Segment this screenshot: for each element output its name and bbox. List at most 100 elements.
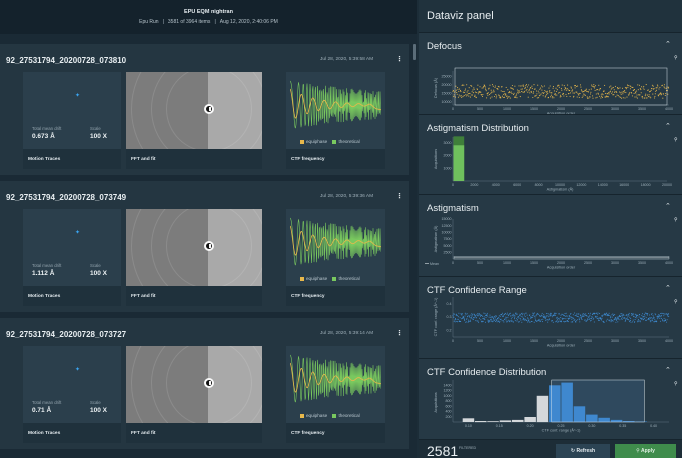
data-point — [474, 94, 476, 96]
y-tick-label: 3000 — [444, 141, 452, 145]
data-point — [480, 319, 482, 321]
defocus-chart[interactable]: 0 500 1000 1500 2000 2500 3000 3500 4000 10000 150… — [419, 33, 682, 115]
acquisition-card[interactable]: 92_27531794_20200728_073727 Jul 28, 2020… — [0, 318, 409, 449]
data-point — [546, 315, 548, 317]
data-point — [594, 87, 596, 89]
data-point — [580, 314, 582, 316]
data-point — [621, 91, 623, 93]
data-point — [555, 312, 557, 314]
data-point — [482, 315, 484, 317]
data-point — [651, 84, 653, 86]
acquisition-card[interactable]: 92_27531794_20200728_073810 Jul 28, 2020… — [0, 44, 409, 175]
ctf-frequency-label: CTF frequency — [291, 294, 325, 299]
y-tick-label: 800 — [446, 399, 452, 403]
ctf-confidence-range-chart[interactable]: 0 500 1000 1500 2000 2500 3000 3500 4000 0.2 0.3 0.… — [419, 277, 682, 359]
data-point — [565, 89, 567, 91]
ctf-confidence-distribution-chart[interactable]: 200400 60080010001200 1400 0.10 0.15 0.20 0.25… — [419, 359, 682, 440]
fft-tile[interactable]: FFT and fit — [126, 72, 262, 169]
data-point — [460, 313, 462, 315]
data-point — [609, 315, 611, 316]
apply-button[interactable]: ⚲ Apply — [615, 444, 676, 458]
data-point — [476, 88, 479, 90]
data-point — [521, 88, 523, 90]
data-point — [475, 320, 477, 322]
data-point — [614, 318, 616, 320]
data-point — [588, 316, 590, 318]
data-point — [564, 321, 566, 323]
data-point — [589, 315, 591, 317]
list-scrollbar[interactable] — [411, 34, 417, 458]
data-point — [469, 320, 471, 322]
data-point — [613, 314, 615, 316]
data-point — [570, 321, 572, 323]
y-tick-label: 5000 — [444, 244, 452, 248]
data-point — [662, 97, 664, 99]
data-point — [521, 85, 523, 87]
data-point — [499, 320, 501, 322]
data-point — [508, 314, 510, 316]
kebab-menu-icon[interactable]: ⋮ — [396, 55, 403, 63]
data-point — [491, 84, 494, 86]
fft-tile[interactable]: FFT and fit — [126, 209, 262, 306]
x-tick-label: 2000 — [557, 261, 565, 265]
data-point — [505, 312, 506, 314]
list-scrollbar-thumb[interactable] — [413, 44, 416, 60]
data-point — [534, 316, 536, 317]
acquisition-card[interactable]: 92_27531794_20200728_073749 Jul 28, 2020… — [0, 181, 409, 312]
data-point — [514, 85, 516, 87]
astigmatism-distribution-chart[interactable]: 0 2000 4000 6000 8000 10000 12000 14000 16000 180… — [419, 115, 682, 195]
x-tick-label: 16000 — [619, 183, 629, 187]
apply-label: Apply — [641, 448, 655, 454]
data-point — [490, 89, 492, 91]
kebab-menu-icon[interactable]: ⋮ — [396, 329, 403, 337]
kebab-menu-icon[interactable]: ⋮ — [396, 192, 403, 200]
data-point — [621, 317, 622, 319]
selection-range — [551, 379, 645, 423]
card-date: Jul 28, 2020, 5:39:14 AM — [320, 331, 374, 336]
data-point — [574, 85, 577, 87]
data-point — [533, 91, 535, 93]
data-point — [660, 318, 662, 319]
data-point — [463, 95, 465, 97]
motion-traces-tile[interactable]: ✦ Total mean drift 0.71 Å Scale 100 X Mo… — [23, 346, 121, 443]
data-point — [503, 321, 505, 323]
astigmatism-chart[interactable]: 0 500 1000 1500 2000 2500 3000 3500 4000 2500 5000… — [419, 195, 682, 277]
data-point — [620, 93, 622, 95]
data-point — [651, 318, 653, 320]
motion-traces-tile[interactable]: ✦ Total mean drift 1.112 Å Scale 100 X M… — [23, 209, 121, 306]
ctf-frequency-tile[interactable]: equiphase theoretical CTF frequency — [286, 209, 385, 306]
data-point — [520, 318, 522, 320]
data-point — [626, 96, 628, 98]
data-point — [487, 94, 489, 96]
data-point — [619, 96, 621, 98]
data-point — [596, 315, 598, 317]
x-tick-label: 4000 — [665, 107, 673, 111]
data-point — [614, 314, 616, 315]
data-point — [532, 312, 534, 314]
ctf-frequency-tile[interactable]: equiphase theoretical CTF frequency — [286, 346, 385, 443]
y-tick-label: 600 — [446, 404, 452, 408]
data-point — [626, 87, 628, 89]
bar — [536, 395, 549, 423]
data-point — [622, 317, 624, 319]
data-point — [539, 94, 541, 96]
data-point — [470, 320, 472, 322]
data-point — [612, 87, 614, 89]
data-point — [605, 320, 607, 322]
x-tick-label: 1500 — [530, 339, 538, 343]
data-point — [476, 320, 478, 322]
ctf-frequency-tile[interactable]: equiphase theoretical CTF frequency — [286, 72, 385, 169]
refresh-button[interactable]: ↻ Refresh — [556, 444, 610, 458]
fft-tile[interactable]: FFT and fit — [126, 346, 262, 443]
data-point — [580, 315, 582, 317]
equiphase-swatch — [300, 276, 304, 281]
motion-traces-tile[interactable]: ✦ Total mean drift 0.673 Å Scale 100 X M… — [23, 72, 121, 169]
data-point — [530, 91, 533, 93]
data-point — [493, 91, 495, 93]
data-point — [565, 320, 567, 322]
data-point — [579, 92, 581, 95]
y-tick-label: 0.2 — [447, 329, 452, 333]
x-tick-label: 0.20 — [527, 424, 534, 428]
data-point — [658, 88, 660, 90]
x-axis-label: Astigmatism (Å) — [547, 187, 575, 192]
